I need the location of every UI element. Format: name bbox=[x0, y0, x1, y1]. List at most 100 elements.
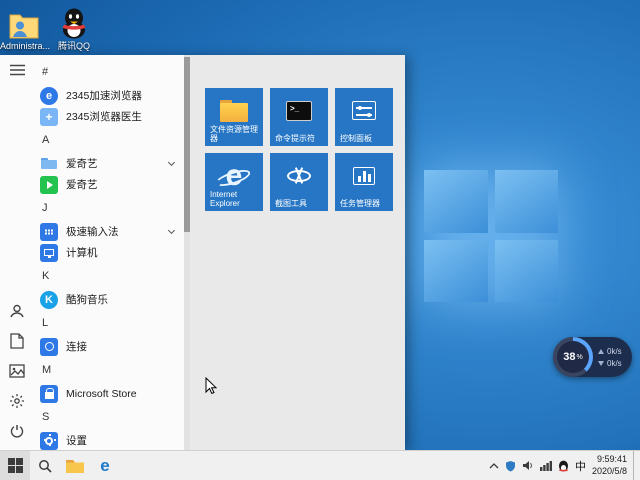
mouse-cursor bbox=[205, 376, 218, 400]
speaker-icon bbox=[522, 461, 532, 470]
tile-label: 文件资源管理器 bbox=[210, 124, 258, 143]
network-speed-widget[interactable]: 38% 0k/s 0k/s bbox=[553, 337, 632, 377]
user-icon[interactable] bbox=[0, 296, 34, 326]
app-label: 2345浏览器医生 bbox=[66, 111, 142, 123]
app-item-2345-speed-browser[interactable]: e 2345加速浏览器 bbox=[34, 85, 184, 106]
volume-tray-icon[interactable] bbox=[522, 460, 534, 471]
app-item-kugou-music[interactable]: K 酷狗音乐 bbox=[34, 289, 184, 310]
download-speed: 0k/s bbox=[607, 358, 622, 368]
shield-icon bbox=[505, 460, 515, 471]
tile-snipping-tool[interactable]: 截图工具 bbox=[270, 153, 328, 211]
file-explorer-icon bbox=[220, 99, 248, 122]
search-button[interactable] bbox=[30, 451, 60, 480]
security-tray-icon[interactable] bbox=[505, 460, 516, 472]
app-label: 酷狗音乐 bbox=[66, 294, 108, 306]
file-explorer-button[interactable] bbox=[60, 451, 90, 480]
upload-arrow-icon bbox=[598, 348, 604, 354]
app-list-header-a[interactable]: A bbox=[34, 127, 184, 153]
desktop-icon-administrator[interactable]: Administra... bbox=[0, 6, 51, 51]
iqiyi-icon bbox=[40, 175, 58, 194]
app-item-computer[interactable]: 计算机 bbox=[34, 242, 184, 263]
app-group-jisu-ime[interactable]: 极速输入法 bbox=[34, 221, 184, 242]
app-label: 爱奇艺 bbox=[66, 158, 98, 170]
desktop[interactable]: Administra... 腾讯QQ 38% 0k/s 0k/s # e 234… bbox=[0, 0, 640, 480]
app-item-settings[interactable]: 设置 bbox=[34, 430, 184, 450]
desktop-icon-label: Administra... bbox=[0, 41, 51, 51]
tile-label: 截图工具 bbox=[275, 198, 307, 208]
clock-time: 9:59:41 bbox=[596, 454, 627, 465]
connect-icon bbox=[40, 337, 58, 356]
tile-internet-explorer[interactable]: e Internet Explorer bbox=[205, 153, 263, 211]
start-tiles-panel: 文件资源管理器 >_ 命令提示符 控制面板 e Internet Explore… bbox=[190, 55, 405, 450]
chevron-down-icon bbox=[167, 158, 176, 167]
kugou-icon: K bbox=[40, 290, 58, 309]
app-list-header-hash[interactable]: # bbox=[34, 59, 184, 85]
app-list-header-l[interactable]: L bbox=[34, 310, 184, 336]
tile-label: 任务管理器 bbox=[340, 198, 380, 208]
app-list-header-s[interactable]: S bbox=[34, 404, 184, 430]
app-list-header-k[interactable]: K bbox=[34, 263, 184, 289]
app-item-2345-browser-doctor[interactable]: + 2345浏览器医生 bbox=[34, 106, 184, 127]
signal-bars-icon bbox=[539, 460, 552, 471]
windows-logo-wallpaper bbox=[424, 170, 558, 302]
app-group-iqiyi[interactable]: 爱奇艺 bbox=[34, 153, 184, 174]
app-item-microsoft-store[interactable]: Microsoft Store bbox=[34, 383, 184, 404]
chevron-down-icon bbox=[167, 226, 176, 235]
system-tray: 中 9:59:41 2020/5/8 bbox=[489, 451, 640, 480]
edge-button[interactable]: e bbox=[90, 451, 120, 480]
upload-speed: 0k/s bbox=[607, 346, 622, 356]
desktop-icon-qq[interactable]: 腾讯QQ bbox=[50, 6, 98, 51]
documents-icon[interactable] bbox=[0, 326, 34, 356]
ime-indicator[interactable]: 中 bbox=[575, 458, 586, 474]
download-arrow-icon bbox=[598, 360, 604, 366]
snipping-tool-icon bbox=[286, 166, 312, 186]
tile-file-explorer[interactable]: 文件资源管理器 bbox=[205, 88, 263, 146]
gauge-percent: 38 bbox=[563, 351, 576, 363]
network-tray-icon[interactable] bbox=[539, 460, 552, 471]
tile-label: 控制面板 bbox=[340, 133, 372, 143]
edge-icon: e bbox=[100, 455, 110, 475]
browser-doctor-icon: + bbox=[40, 107, 58, 126]
app-list-header-j[interactable]: J bbox=[34, 195, 184, 221]
app-label: 极速输入法 bbox=[66, 226, 119, 238]
search-icon bbox=[39, 459, 52, 473]
tile-control-panel[interactable]: 控制面板 bbox=[335, 88, 393, 146]
computer-icon bbox=[40, 243, 58, 262]
pictures-icon[interactable] bbox=[0, 356, 34, 386]
app-label: Microsoft Store bbox=[66, 387, 137, 400]
app-list-header-m[interactable]: M bbox=[34, 357, 184, 383]
power-icon[interactable] bbox=[0, 416, 34, 446]
2345-browser-icon: e bbox=[40, 86, 58, 105]
clock-date: 2020/5/8 bbox=[591, 465, 627, 476]
desktop-icon-label: 腾讯QQ bbox=[57, 41, 90, 51]
qq-tray-icon[interactable] bbox=[558, 460, 569, 472]
hamburger-icon[interactable] bbox=[0, 55, 34, 85]
user-files-icon bbox=[0, 6, 48, 39]
ie-icon: e bbox=[214, 160, 252, 192]
windows-logo-icon bbox=[7, 458, 23, 473]
app-label: 2345加速浏览器 bbox=[66, 90, 142, 102]
hidden-icons-chevron[interactable] bbox=[489, 462, 499, 469]
ime-icon bbox=[40, 222, 58, 241]
store-icon bbox=[40, 384, 58, 403]
settings-icon[interactable] bbox=[0, 386, 34, 416]
folder-icon bbox=[40, 155, 58, 173]
tile-task-manager[interactable]: 任务管理器 bbox=[335, 153, 393, 211]
command-prompt-icon: >_ bbox=[286, 100, 312, 121]
chevron-up-icon bbox=[489, 462, 499, 468]
start-menu: # e 2345加速浏览器 + 2345浏览器医生 A 爱奇艺 爱奇艺 J 极速… bbox=[0, 55, 405, 450]
app-label: 连接 bbox=[66, 341, 87, 353]
performance-gauge: 38% bbox=[553, 337, 593, 377]
control-panel-icon bbox=[352, 101, 376, 120]
app-item-iqiyi[interactable]: 爱奇艺 bbox=[34, 174, 184, 195]
show-desktop-button[interactable] bbox=[633, 451, 638, 480]
tile-label: 命令提示符 bbox=[275, 133, 315, 143]
app-label: 爱奇艺 bbox=[66, 179, 98, 191]
qq-penguin-icon bbox=[50, 6, 98, 39]
task-manager-icon bbox=[353, 166, 375, 185]
app-item-connect[interactable]: 连接 bbox=[34, 336, 184, 357]
tile-command-prompt[interactable]: >_ 命令提示符 bbox=[270, 88, 328, 146]
gauge-unit: % bbox=[576, 353, 583, 361]
taskbar-clock[interactable]: 9:59:41 2020/5/8 bbox=[592, 454, 627, 477]
start-button[interactable] bbox=[0, 451, 30, 480]
